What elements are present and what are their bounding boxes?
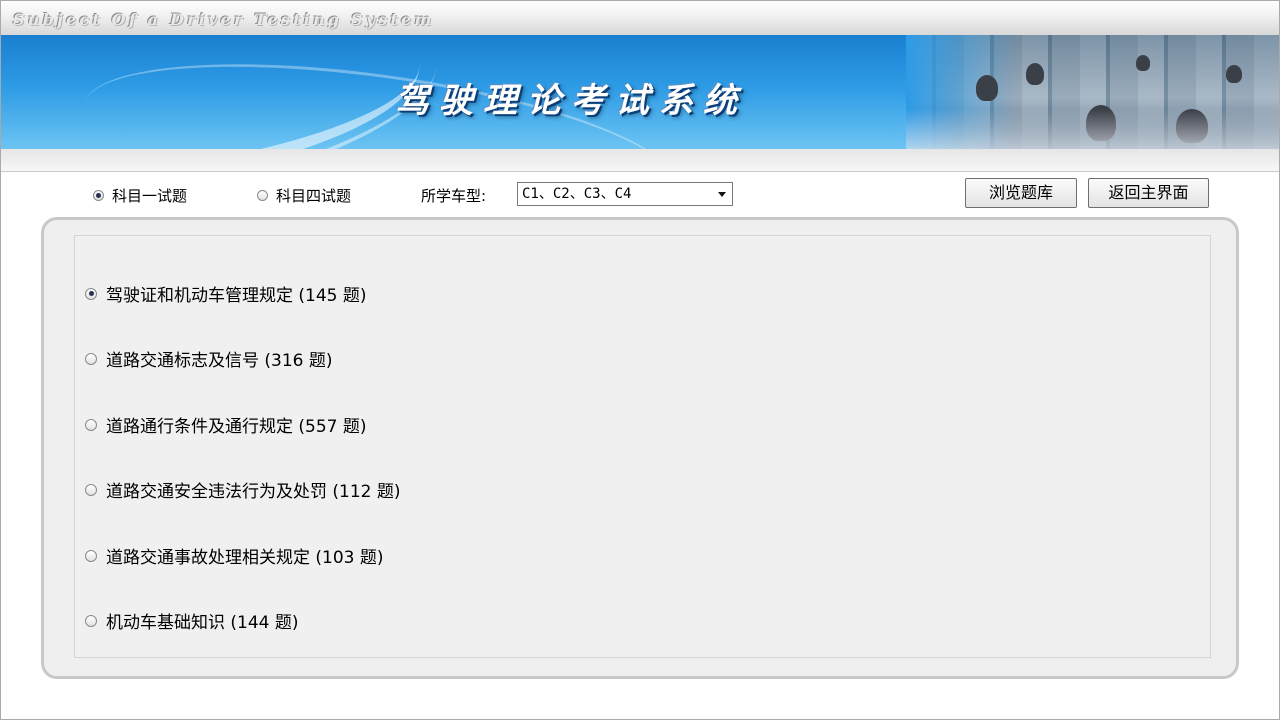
- category-option[interactable]: 道路通行条件及通行规定 (557 题): [85, 412, 367, 437]
- category-label: 道路通行条件及通行规定 (557 题): [106, 417, 367, 437]
- category-option[interactable]: 驾驶证和机动车管理规定 (145 题): [85, 281, 367, 306]
- category-label: 道路交通安全违法行为及处罚 (112 题): [106, 482, 401, 502]
- classroom-photo: [906, 35, 1279, 149]
- app-window: Subject Of a Driver Testing System 驾驶理论考…: [0, 0, 1280, 720]
- vehicle-type-label-wrap: 所学车型:: [421, 185, 486, 206]
- category-label: 道路交通事故处理相关规定 (103 题): [106, 548, 384, 568]
- subject-one-label: 科目一试题: [112, 187, 188, 205]
- category-option[interactable]: 道路交通安全违法行为及处罚 (112 题): [85, 477, 401, 502]
- radio-unchecked-icon[interactable]: [257, 190, 268, 201]
- radio-checked-icon[interactable]: [85, 287, 97, 300]
- toolbar: 科目一试题 科目四试题 所学车型: C1、C2、C3、C4 浏览题库 返回主界面: [1, 173, 1279, 217]
- radio-checked-icon[interactable]: [93, 190, 104, 201]
- photo-figure: [976, 75, 998, 101]
- category-label: 驾驶证和机动车管理规定 (145 题): [106, 286, 367, 306]
- radio-unchecked-icon[interactable]: [85, 483, 97, 496]
- category-option[interactable]: 机动车基础知识 (144 题): [85, 608, 299, 633]
- photo-figure: [1176, 109, 1208, 143]
- app-subtitle: Subject Of a Driver Testing System: [13, 10, 435, 29]
- subtitle-strip: Subject Of a Driver Testing System: [1, 1, 1279, 36]
- radio-unchecked-icon[interactable]: [85, 549, 97, 562]
- content-panel: 驾驶证和机动车管理规定 (145 题) 道路交通标志及信号 (316 题) 道路…: [41, 217, 1239, 679]
- vehicle-type-label: 所学车型:: [421, 187, 487, 205]
- category-label: 道路交通标志及信号 (316 题): [106, 351, 333, 371]
- app-title: 驾驶理论考试系统: [395, 81, 747, 121]
- chevron-down-icon[interactable]: [718, 192, 726, 197]
- return-main-button[interactable]: 返回主界面: [1088, 178, 1209, 208]
- radio-unchecked-icon[interactable]: [85, 418, 97, 431]
- vehicle-type-select[interactable]: C1、C2、C3、C4: [517, 182, 733, 206]
- radio-unchecked-icon[interactable]: [85, 352, 97, 365]
- browse-question-bank-button[interactable]: 浏览题库: [965, 178, 1077, 208]
- photo-figure: [1136, 55, 1150, 71]
- category-option[interactable]: 道路交通事故处理相关规定 (103 题): [85, 543, 384, 568]
- subject-one-option[interactable]: 科目一试题: [93, 185, 187, 206]
- vehicle-type-value: C1、C2、C3、C4: [522, 186, 632, 202]
- subject-four-option[interactable]: 科目四试题: [257, 185, 351, 206]
- category-label: 机动车基础知识 (144 题): [106, 613, 299, 633]
- category-list: 驾驶证和机动车管理规定 (145 题) 道路交通标志及信号 (316 题) 道路…: [74, 235, 1211, 658]
- header-divider: [1, 149, 1279, 172]
- category-option[interactable]: 道路交通标志及信号 (316 题): [85, 346, 333, 371]
- photo-figure: [1086, 105, 1116, 141]
- radio-unchecked-icon[interactable]: [85, 614, 97, 627]
- photo-figure: [1226, 65, 1242, 83]
- photo-figure: [1026, 63, 1044, 85]
- header-banner: 驾驶理论考试系统: [1, 35, 1279, 149]
- subject-four-label: 科目四试题: [276, 187, 352, 205]
